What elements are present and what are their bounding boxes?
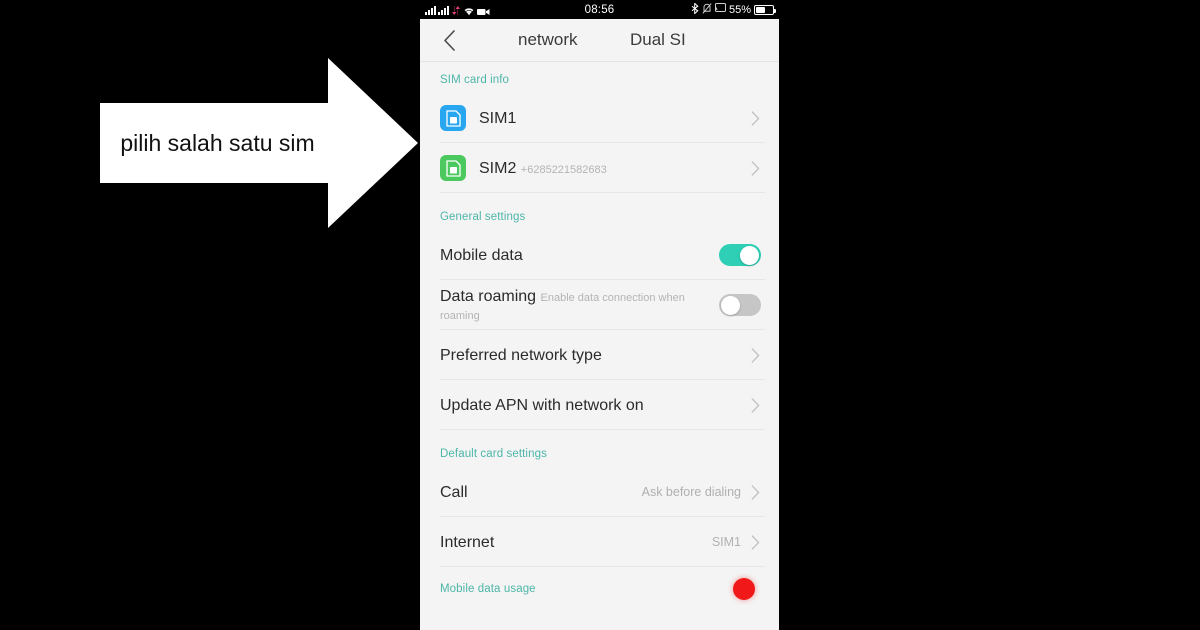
data-roaming-toggle[interactable] <box>719 294 761 316</box>
chevron-right-icon <box>749 160 761 176</box>
chevron-right-icon <box>749 484 761 500</box>
list-item-call-value: Ask before dialing <box>641 485 741 499</box>
list-item-mobile-data-text: Mobile data <box>440 246 719 265</box>
list-item-call[interactable]: Call Ask before dialing <box>420 467 779 517</box>
list-item-mobile-data[interactable]: Mobile data <box>420 230 779 280</box>
list-item-internet[interactable]: Internet SIM1 <box>420 517 779 567</box>
section-header-default-card-settings: Default card settings <box>440 448 547 460</box>
recording-dot <box>733 578 755 600</box>
list-item-call-text: Call <box>440 483 642 502</box>
list-item-sim2-title: SIM2 <box>479 159 517 177</box>
page-title: Dual SI <box>630 30 686 49</box>
list-item-update-apn-text: Update APN with network on <box>440 396 749 415</box>
list-item-sim1-text: SIM1 <box>479 109 749 128</box>
toggle-knob <box>720 295 740 315</box>
list-item-data-roaming[interactable]: Data roaming Enable data connection when… <box>420 280 779 330</box>
title-bar: network Dual SI <box>420 19 779 62</box>
back-button[interactable] <box>438 29 460 51</box>
section-header-mobile-data-usage: Mobile data usage <box>440 583 536 595</box>
annotation-text: pilih salah satu sim <box>120 129 315 156</box>
list-item-sim2[interactable]: SIM2 +6285221582683 <box>420 143 779 193</box>
list-item-internet-text: Internet <box>440 533 712 552</box>
list-item-update-apn[interactable]: Update APN with network on <box>420 380 779 430</box>
sim-card-2-icon <box>440 155 466 181</box>
list-item-internet-value: SIM1 <box>711 535 741 549</box>
cast-icon <box>714 3 726 13</box>
list-item-internet-title: Internet <box>440 533 495 551</box>
bluetooth-icon <box>691 2 699 14</box>
list-item-data-roaming-title: Data roaming <box>440 287 537 305</box>
list-item-preferred-network-type-text: Preferred network type <box>440 346 749 365</box>
annotation-arrow: pilih salah satu sim <box>100 58 418 228</box>
section-header-general-settings: General settings <box>440 211 526 223</box>
mobile-data-toggle[interactable] <box>719 244 761 266</box>
battery-icon <box>754 4 776 15</box>
list-item-update-apn-title: Update APN with network on <box>440 396 644 414</box>
phone-screen: 08:56 55% network Dual SI SIM card info … <box>420 0 779 630</box>
chevron-right-icon <box>749 347 761 363</box>
chevron-right-icon <box>749 534 761 550</box>
settings-list: SIM card info SIM1 SIM2 +6285221582683 G… <box>420 62 779 611</box>
vibrate-icon <box>702 2 712 14</box>
sim-card-1-icon <box>440 105 466 131</box>
chevron-right-icon <box>749 110 761 126</box>
list-item-sim2-text: SIM2 +6285221582683 <box>479 159 749 178</box>
list-item-preferred-network-type[interactable]: Preferred network type <box>420 330 779 380</box>
status-bar: 08:56 55% <box>420 0 779 19</box>
list-item-data-roaming-text: Data roaming Enable data connection when… <box>440 287 719 324</box>
section-mobile-data-usage: Mobile data usage <box>420 567 779 611</box>
list-item-sim2-phone-number: +6285221582683 <box>520 163 607 176</box>
section-header-sim-card-info: SIM card info <box>440 74 510 86</box>
list-item-call-title: Call <box>440 483 468 501</box>
chevron-left-icon <box>443 29 455 51</box>
list-item-preferred-network-type-title: Preferred network type <box>440 346 602 364</box>
list-item-mobile-data-title: Mobile data <box>440 246 523 264</box>
list-item-sim1-title: SIM1 <box>479 109 517 127</box>
toggle-knob <box>740 245 759 265</box>
chevron-right-icon <box>749 397 761 413</box>
battery-percent-label: 55% <box>728 3 751 16</box>
status-bar-right-icons: 55% <box>691 2 779 17</box>
list-item-sim1[interactable]: SIM1 <box>420 93 779 143</box>
outgoing-page-title: network <box>518 30 578 49</box>
